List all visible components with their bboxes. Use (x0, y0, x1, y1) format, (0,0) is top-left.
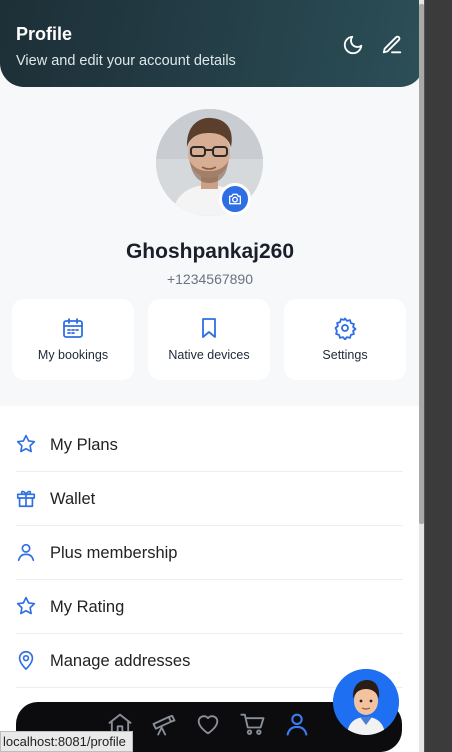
profile-avatar[interactable] (156, 109, 263, 216)
moon-icon[interactable] (342, 34, 364, 56)
assistant-avatar-button[interactable] (333, 669, 399, 735)
assistant-avatar-icon (333, 669, 399, 735)
settings-label: Settings (322, 348, 368, 362)
native-devices-button[interactable]: Native devices (148, 299, 270, 380)
menu-label: Plus membership (50, 544, 178, 562)
menu-item-my-plans[interactable]: My Plans (0, 418, 419, 472)
star-icon (15, 433, 37, 455)
profile-screen: Profile View and edit your account detai… (0, 0, 424, 752)
user-icon (15, 541, 37, 563)
status-url: localhost:8081/profile (0, 731, 133, 752)
user-icon[interactable] (283, 710, 311, 738)
calendar-icon (61, 316, 85, 340)
map-pin-icon (15, 649, 37, 671)
profile-header: Profile View and edit your account detai… (0, 0, 424, 87)
gear-icon (333, 316, 357, 341)
menu-label: My Rating (50, 598, 125, 616)
menu-item-wallet[interactable]: Wallet (0, 472, 419, 526)
window-gutter (424, 0, 452, 752)
menu-item-plus-membership[interactable]: Plus membership (0, 526, 419, 580)
heart-icon[interactable] (194, 710, 222, 738)
bookmark-icon (197, 316, 221, 340)
star-icon (15, 595, 37, 617)
menu-label: Manage addresses (50, 652, 191, 670)
telescope-icon[interactable] (150, 710, 178, 738)
page-subtitle: View and edit your account details (16, 53, 236, 69)
settings-button[interactable]: Settings (284, 299, 406, 380)
cart-icon[interactable] (239, 710, 267, 738)
gift-icon (15, 487, 37, 509)
phone-number: +1234567890 (166, 271, 254, 287)
my-bookings-label: My bookings (37, 348, 109, 362)
menu-label: My Plans (50, 436, 118, 454)
camera-icon[interactable] (219, 183, 251, 215)
page-title: Profile (16, 24, 73, 44)
pencil-icon[interactable] (381, 34, 403, 56)
my-bookings-button[interactable]: My bookings (12, 299, 134, 380)
menu-label: Wallet (50, 490, 96, 508)
native-devices-label: Native devices (168, 348, 250, 362)
gutter-edge (424, 0, 425, 752)
menu-item-my-rating[interactable]: My Rating (0, 580, 419, 634)
username: Ghoshpankaj260 (125, 240, 295, 263)
